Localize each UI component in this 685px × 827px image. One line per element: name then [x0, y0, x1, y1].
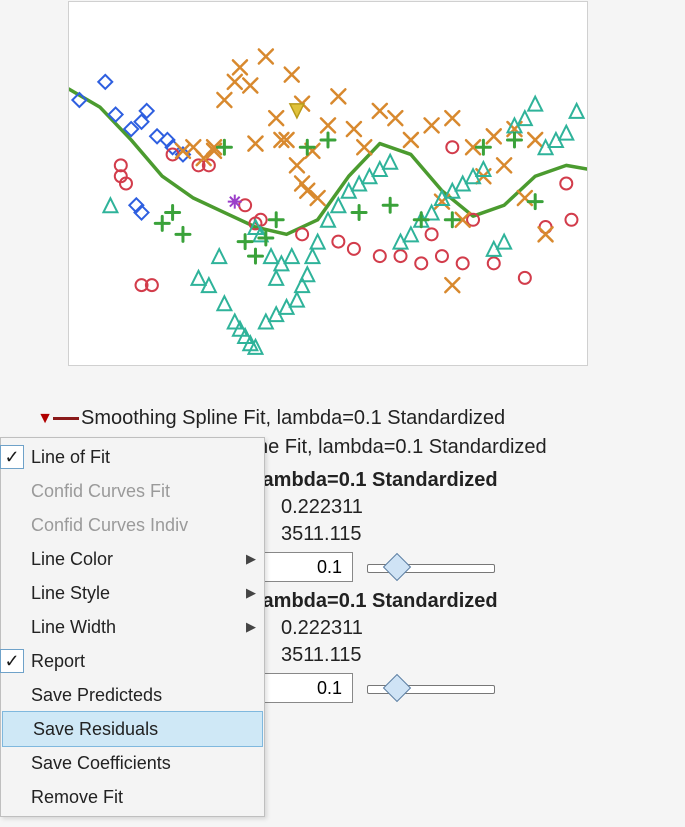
lambda-input-2[interactable]: [257, 673, 353, 703]
menu-save-residuals[interactable]: Save Residuals: [2, 711, 263, 747]
menu-label: Line of Fit: [31, 447, 110, 467]
menu-line-style[interactable]: Line Style ▶: [1, 576, 264, 610]
fit-block-2: lambda=0.1 Standardized 0.222311 3511.11…: [257, 588, 665, 703]
menu-line-width[interactable]: Line Width ▶: [1, 610, 264, 644]
menu-label: Save Residuals: [33, 719, 158, 739]
fit-title-2-tail: ne Fit, lambda=0.1 Standardized: [257, 436, 547, 458]
check-icon: ✓: [1, 440, 23, 474]
menu-confid-curves-fit: Confid Curves Fit: [1, 474, 264, 508]
menu-label: Report: [31, 651, 85, 671]
fit-block-1-val2: 3511.115: [257, 521, 665, 548]
fit-block-2-val2: 3511.115: [257, 642, 665, 669]
fit-block-1-title: lambda=0.1 Standardized: [257, 467, 665, 494]
check-icon: ✓: [1, 644, 23, 678]
lambda-slider-1[interactable]: [367, 558, 495, 576]
fit-color-swatch: [53, 417, 79, 420]
lambda-input-1[interactable]: [257, 552, 353, 582]
scatter-plot: [68, 1, 588, 366]
submenu-arrow-icon: ▶: [246, 542, 256, 576]
menu-label: Line Width: [31, 617, 116, 637]
menu-label: Save Predicteds: [31, 685, 162, 705]
disclosure-triangle-icon[interactable]: ▼: [37, 408, 53, 430]
menu-label: Confid Curves Indiv: [31, 515, 188, 535]
menu-report[interactable]: ✓ Report: [1, 644, 264, 678]
menu-remove-fit[interactable]: Remove Fit: [1, 780, 264, 814]
lambda-slider-2[interactable]: [367, 679, 495, 697]
menu-label: Confid Curves Fit: [31, 481, 170, 501]
fit-block-2-lambda-row: [257, 673, 665, 703]
menu-save-coefficients[interactable]: Save Coefficients: [1, 746, 264, 780]
menu-line-of-fit[interactable]: ✓ Line of Fit: [1, 440, 264, 474]
fit-block-1-val1: 0.222311: [257, 494, 665, 521]
menu-label: Line Color: [31, 549, 113, 569]
submenu-arrow-icon: ▶: [246, 610, 256, 644]
menu-save-predicteds[interactable]: Save Predicteds: [1, 678, 264, 712]
submenu-arrow-icon: ▶: [246, 576, 256, 610]
menu-label: Remove Fit: [31, 787, 123, 807]
menu-label: Save Coefficients: [31, 753, 171, 773]
fit-header-1[interactable]: ▼ Smoothing Spline Fit, lambda=0.1 Standa…: [37, 405, 665, 432]
menu-line-color[interactable]: Line Color ▶: [1, 542, 264, 576]
fit-block-2-title: lambda=0.1 Standardized: [257, 588, 665, 615]
fit-block-2-val1: 0.222311: [257, 615, 665, 642]
slider-thumb-icon[interactable]: [383, 553, 411, 581]
fit-context-menu: ✓ Line of Fit Confid Curves Fit Confid C…: [0, 437, 265, 817]
slider-thumb-icon[interactable]: [383, 674, 411, 702]
fit-block-1: lambda=0.1 Standardized 0.222311 3511.11…: [257, 467, 665, 582]
fit-title-1: Smoothing Spline Fit, lambda=0.1 Standar…: [81, 407, 505, 429]
menu-label: Line Style: [31, 583, 110, 603]
menu-confid-curves-indiv: Confid Curves Indiv: [1, 508, 264, 542]
fit-block-1-lambda-row: [257, 552, 665, 582]
